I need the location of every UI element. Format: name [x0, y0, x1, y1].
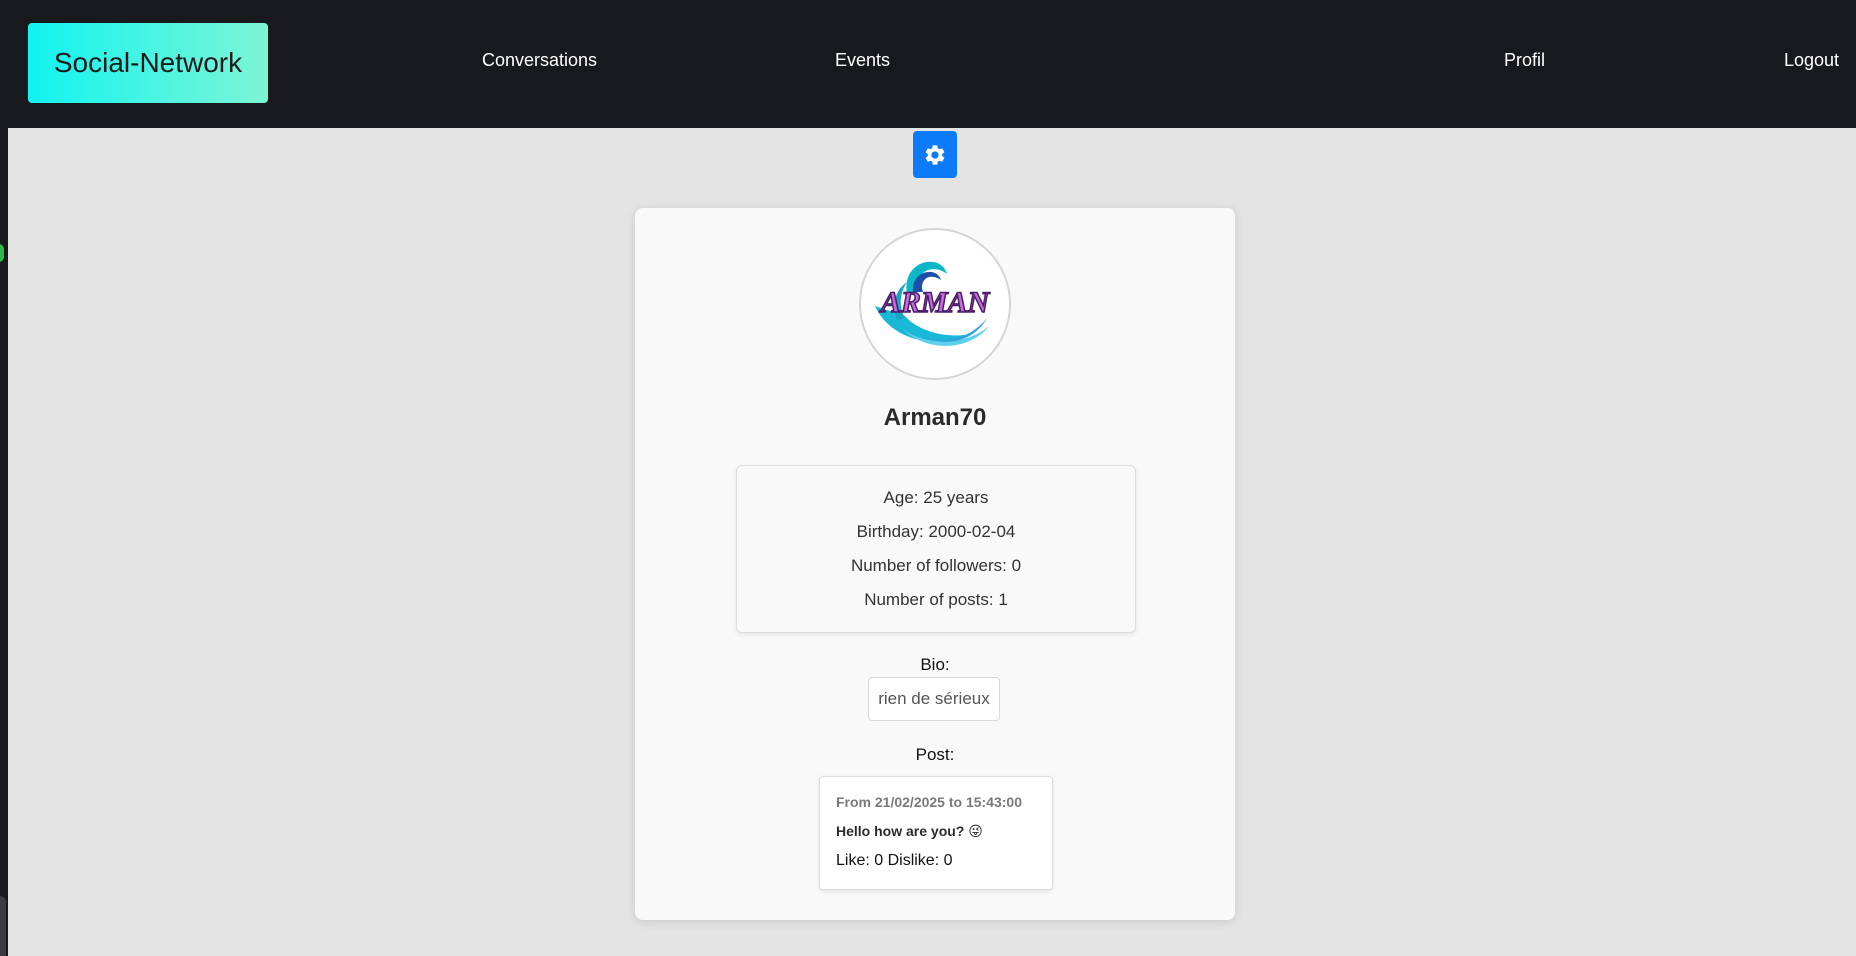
profile-card: ARMAN Arman70 Age: 25 years Birthday: 20… [635, 208, 1235, 920]
post-date: From 21/02/2025 to 15:43:00 [836, 794, 1022, 810]
settings-button[interactable] [913, 131, 957, 178]
posts-count-text: Number of posts: 1 [864, 590, 1008, 609]
age-text: Age: 25 years [883, 488, 989, 507]
avatar: ARMAN [859, 228, 1011, 380]
top-navbar: Social-Network Conversations Events Prof… [0, 0, 1856, 128]
profile-info-box: Age: 25 years Birthday: 2000-02-04 Numbe… [736, 465, 1136, 633]
status-dot [0, 244, 4, 262]
gear-icon [925, 144, 945, 165]
svg-text:ARMAN: ARMAN [879, 286, 991, 319]
nav-link-conversations[interactable]: Conversations [482, 50, 597, 71]
post-reactions: Like: 0 Dislike: 0 [836, 852, 953, 869]
username-heading: Arman70 [883, 404, 987, 431]
resize-handle[interactable] [0, 896, 6, 956]
bio-label: Bio: [920, 655, 950, 674]
nav-link-events[interactable]: Events [835, 50, 890, 71]
followers-count-text: Number of followers: 0 [850, 556, 1022, 575]
window-edge [0, 0, 8, 956]
nav-link-logout[interactable]: Logout [1784, 50, 1839, 71]
birthday-text: Birthday: 2000-02-04 [856, 522, 1016, 541]
post-text: Hello how are you? 😜 [836, 823, 983, 839]
post-card[interactable]: From 21/02/2025 to 15:43:00 Hello how ar… [819, 776, 1053, 890]
bio-field[interactable] [868, 677, 1000, 721]
post-label: Post: [915, 745, 955, 764]
avatar-logo: ARMAN [861, 230, 1009, 378]
brand-logo-button[interactable]: Social-Network [28, 23, 268, 103]
nav-link-profil[interactable]: Profil [1504, 50, 1545, 71]
